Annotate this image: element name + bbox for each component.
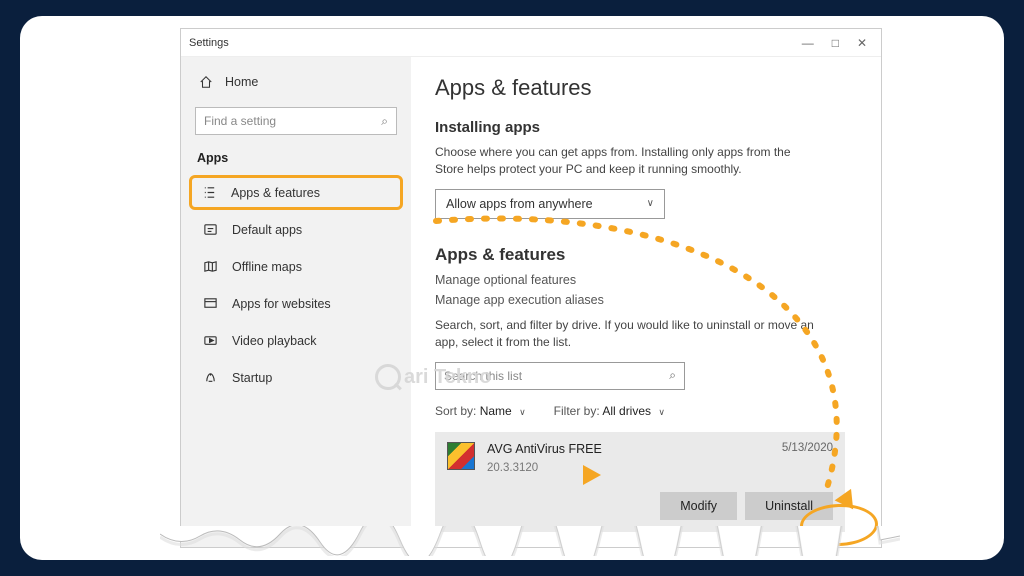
outer-frame: Settings — □ ✕ Home Find a setting ⌕ App… — [20, 16, 1004, 560]
avg-app-icon — [447, 442, 475, 470]
close-button[interactable]: ✕ — [857, 36, 867, 50]
sidebar-item-startup[interactable]: Startup — [195, 360, 397, 395]
sort-control[interactable]: Sort by: Name ∨ — [435, 404, 526, 418]
chevron-down-icon: ∨ — [647, 198, 654, 209]
home-icon — [199, 75, 213, 89]
dropdown-value: Allow apps from anywhere — [446, 197, 593, 211]
content-pane: Apps & features Installing apps Choose w… — [411, 57, 881, 547]
sidebar-item-label: Offline maps — [232, 260, 302, 274]
sidebar-search-placeholder: Find a setting — [204, 114, 276, 128]
websites-icon — [203, 296, 218, 311]
sidebar-item-video-playback[interactable]: Video playback — [195, 323, 397, 358]
startup-icon — [203, 370, 218, 385]
app-header: AVG AntiVirus FREE 20.3.3120 5/13/2020 — [447, 442, 833, 474]
search-icon: ⌕ — [381, 114, 388, 129]
search-icon: ⌕ — [669, 368, 676, 383]
sort-value: Name — [480, 404, 512, 418]
settings-window: Settings — □ ✕ Home Find a setting ⌕ App… — [180, 28, 882, 548]
sidebar-item-label: Apps & features — [231, 186, 320, 200]
sidebar-item-default-apps[interactable]: Default apps — [195, 212, 397, 247]
sidebar-item-label: Default apps — [232, 223, 302, 237]
apps-search[interactable]: Search this list ⌕ — [435, 362, 685, 390]
home-label: Home — [225, 75, 258, 89]
chevron-down-icon: ∨ — [519, 407, 526, 417]
link-optional-features[interactable]: Manage optional features — [435, 273, 857, 287]
titlebar: Settings — □ ✕ — [181, 29, 881, 57]
sidebar: Home Find a setting ⌕ Apps Apps & featur… — [181, 57, 411, 547]
installing-apps-title: Installing apps — [435, 119, 857, 136]
page-heading: Apps & features — [435, 75, 857, 101]
app-install-date: 5/13/2020 — [782, 442, 833, 454]
map-icon — [203, 259, 218, 274]
sidebar-item-apps-features[interactable]: Apps & features — [189, 175, 403, 210]
sort-label: Sort by: — [435, 404, 476, 418]
filter-control[interactable]: Filter by: All drives ∨ — [554, 404, 665, 418]
home-nav[interactable]: Home — [195, 67, 397, 97]
maximize-button[interactable]: □ — [832, 36, 839, 50]
annotation-arrow-left — [583, 465, 601, 485]
defaults-icon — [203, 222, 218, 237]
window-body: Home Find a setting ⌕ Apps Apps & featur… — [181, 57, 881, 547]
filter-label: Filter by: — [554, 404, 600, 418]
modify-button[interactable]: Modify — [660, 492, 737, 520]
sidebar-item-label: Apps for websites — [232, 297, 331, 311]
apps-features-desc: Search, sort, and filter by drive. If yo… — [435, 317, 815, 352]
sidebar-item-offline-maps[interactable]: Offline maps — [195, 249, 397, 284]
link-execution-aliases[interactable]: Manage app execution aliases — [435, 293, 857, 307]
sidebar-item-label: Video playback — [232, 334, 317, 348]
app-name: AVG AntiVirus FREE — [487, 442, 602, 456]
sort-filter-row: Sort by: Name ∨ Filter by: All drives ∨ — [435, 404, 857, 418]
video-icon — [203, 333, 218, 348]
sidebar-item-label: Startup — [232, 371, 272, 385]
installing-apps-desc: Choose where you can get apps from. Inst… — [435, 144, 815, 179]
list-icon — [202, 185, 217, 200]
chevron-down-icon: ∨ — [658, 407, 665, 417]
minimize-button[interactable]: — — [802, 36, 814, 50]
sidebar-group-title: Apps — [195, 147, 397, 173]
apps-features-title: Apps & features — [435, 245, 857, 265]
apps-search-placeholder: Search this list — [444, 369, 522, 383]
app-actions: Modify Uninstall — [447, 492, 833, 520]
sidebar-search[interactable]: Find a setting ⌕ — [195, 107, 397, 135]
window-title: Settings — [189, 37, 229, 49]
filter-value: All drives — [602, 404, 651, 418]
install-source-dropdown[interactable]: Allow apps from anywhere ∨ — [435, 189, 665, 219]
window-buttons: — □ ✕ — [802, 36, 873, 50]
sidebar-item-apps-websites[interactable]: Apps for websites — [195, 286, 397, 321]
app-list-item[interactable]: AVG AntiVirus FREE 20.3.3120 5/13/2020 M… — [435, 432, 845, 532]
